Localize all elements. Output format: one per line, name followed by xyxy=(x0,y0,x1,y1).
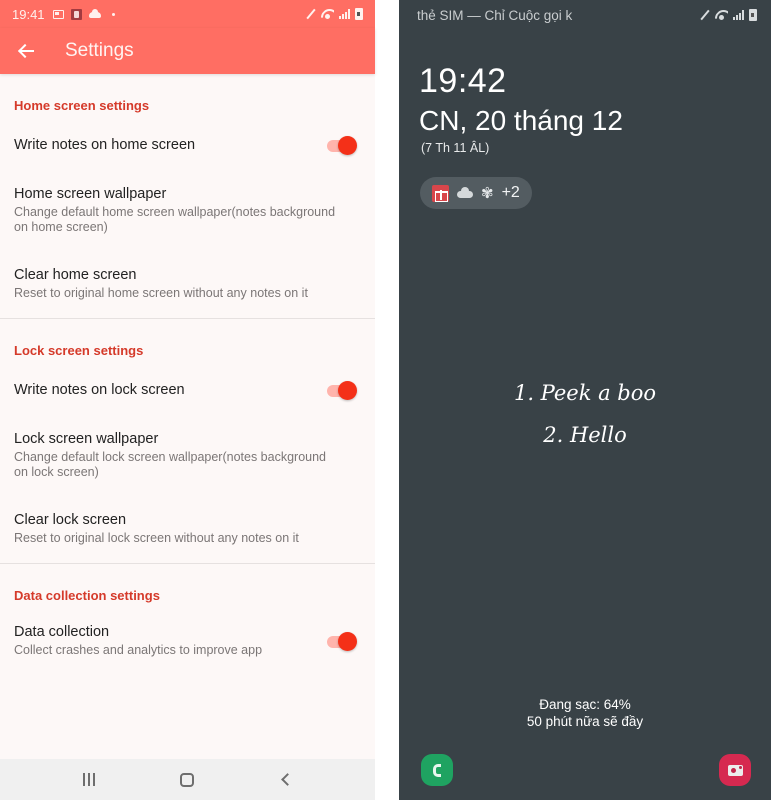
carrier-text: thẻ SIM — Chỉ Cuộc gọi k xyxy=(417,7,573,23)
calendar-icon xyxy=(70,8,82,20)
battery-icon xyxy=(749,9,757,21)
camera-shortcut[interactable] xyxy=(719,754,751,786)
phone-icon xyxy=(433,763,441,777)
more-notifications-count: +2 xyxy=(501,184,520,201)
phone-shortcut[interactable] xyxy=(421,754,453,786)
pref-title: Clear home screen xyxy=(14,267,137,283)
status-icons xyxy=(700,9,757,21)
charging-time-remaining: 50 phút nữa sẽ đầy xyxy=(526,714,644,729)
section-home-screen: Home screen settings Write notes on home… xyxy=(0,74,375,319)
pref-title: Home screen wallpaper xyxy=(14,185,167,202)
system-nav-bar xyxy=(0,759,375,800)
gift-icon xyxy=(432,184,449,202)
cloud-icon xyxy=(457,187,473,198)
pref-data-collection[interactable]: Data collection Collect crashes and anal… xyxy=(0,610,375,672)
arrow-left-icon xyxy=(18,44,34,58)
pref-home-wallpaper[interactable]: Home screen wallpaper Change default hom… xyxy=(0,170,375,250)
signal-icon xyxy=(733,10,744,20)
toggle-thumb xyxy=(338,632,357,651)
pref-write-notes-lock[interactable]: Write notes on lock screen xyxy=(0,365,375,415)
toggle-write-notes-home[interactable] xyxy=(325,135,357,155)
battery-icon xyxy=(355,8,363,20)
status-bar: thẻ SIM — Chỉ Cuộc gọi k xyxy=(399,0,771,30)
pref-summary: Reset to original home screen without an… xyxy=(14,286,308,300)
lock-clock: 19:42 xyxy=(419,62,507,100)
home-icon[interactable] xyxy=(179,772,194,787)
section-header: Data collection settings xyxy=(14,588,160,603)
signal-icon xyxy=(339,9,350,19)
cloud-icon xyxy=(88,9,101,18)
pref-title: Data collection xyxy=(14,624,110,640)
pref-title: Lock screen wallpaper xyxy=(14,430,159,447)
pref-title: Write notes on home screen xyxy=(14,137,196,153)
lock-notes: 1. Peek a boo 2. Hello xyxy=(399,372,771,456)
note-item: 2. Hello xyxy=(543,423,627,447)
charging-percent: Đang sạc: 64% xyxy=(539,697,631,712)
wifi-icon xyxy=(321,9,334,19)
toggle-thumb xyxy=(338,381,357,400)
status-time: 19:41 xyxy=(12,6,45,22)
notification-icons[interactable]: ✾ +2 xyxy=(420,177,532,209)
lock-date: CN, 20 tháng 12 xyxy=(419,105,623,136)
note-item: 1. Peek a boo xyxy=(513,381,657,405)
pref-title: Write notes on lock screen xyxy=(14,382,185,398)
pref-title: Clear lock screen xyxy=(14,512,127,528)
back-button[interactable] xyxy=(0,28,50,74)
status-bar: 19:41 xyxy=(0,0,375,28)
settings-list: Home screen settings Write notes on home… xyxy=(0,74,375,672)
toggle-data-collection[interactable] xyxy=(325,631,357,651)
lunar-date: (7 Th 11 ÂL) xyxy=(421,141,490,155)
recents-icon[interactable] xyxy=(82,773,95,786)
lock-screen: thẻ SIM — Chỉ Cuộc gọi k 19:42 CN, 20 th… xyxy=(399,0,771,800)
wifi-icon xyxy=(715,10,728,20)
no-sim-icon xyxy=(306,9,316,19)
pref-clear-home[interactable]: Clear home screen Reset to original home… xyxy=(0,250,375,318)
section-lock-screen: Lock screen settings Write notes on lock… xyxy=(0,319,375,564)
app-bar: Settings xyxy=(0,28,375,74)
camera-icon xyxy=(727,764,743,776)
status-icons xyxy=(306,8,363,20)
pref-clear-lock[interactable]: Clear lock screen Reset to original lock… xyxy=(0,495,375,563)
pref-summary: Collect crashes and analytics to improve… xyxy=(14,643,263,657)
back-icon[interactable] xyxy=(281,773,295,786)
pref-summary: Reset to original lock screen without an… xyxy=(14,531,299,545)
no-sim-icon xyxy=(700,10,710,20)
pref-summary: Change default lock screen wallpaper(not… xyxy=(14,449,326,479)
section-header: Home screen settings xyxy=(14,98,150,113)
charging-status: Đang sạc: 64% 50 phút nữa sẽ đầy xyxy=(399,696,771,730)
toggle-write-notes-lock[interactable] xyxy=(325,380,357,400)
toggle-thumb xyxy=(338,136,357,155)
dot-icon xyxy=(111,12,115,16)
pref-summary: Change default home screen wallpaper(not… xyxy=(14,204,336,234)
page-title: Settings xyxy=(65,40,134,61)
gallery-icon xyxy=(52,9,64,19)
settings-screen: 19:41 Settings Home screen settings Writ… xyxy=(0,0,375,800)
section-data-collection: Data collection settings Data collection… xyxy=(0,564,375,672)
section-header: Lock screen settings xyxy=(14,343,144,358)
pref-lock-wallpaper[interactable]: Lock screen wallpaper Change default loc… xyxy=(0,415,375,495)
flower-icon: ✾ xyxy=(481,184,494,202)
pref-write-notes-home[interactable]: Write notes on home screen xyxy=(0,120,375,170)
